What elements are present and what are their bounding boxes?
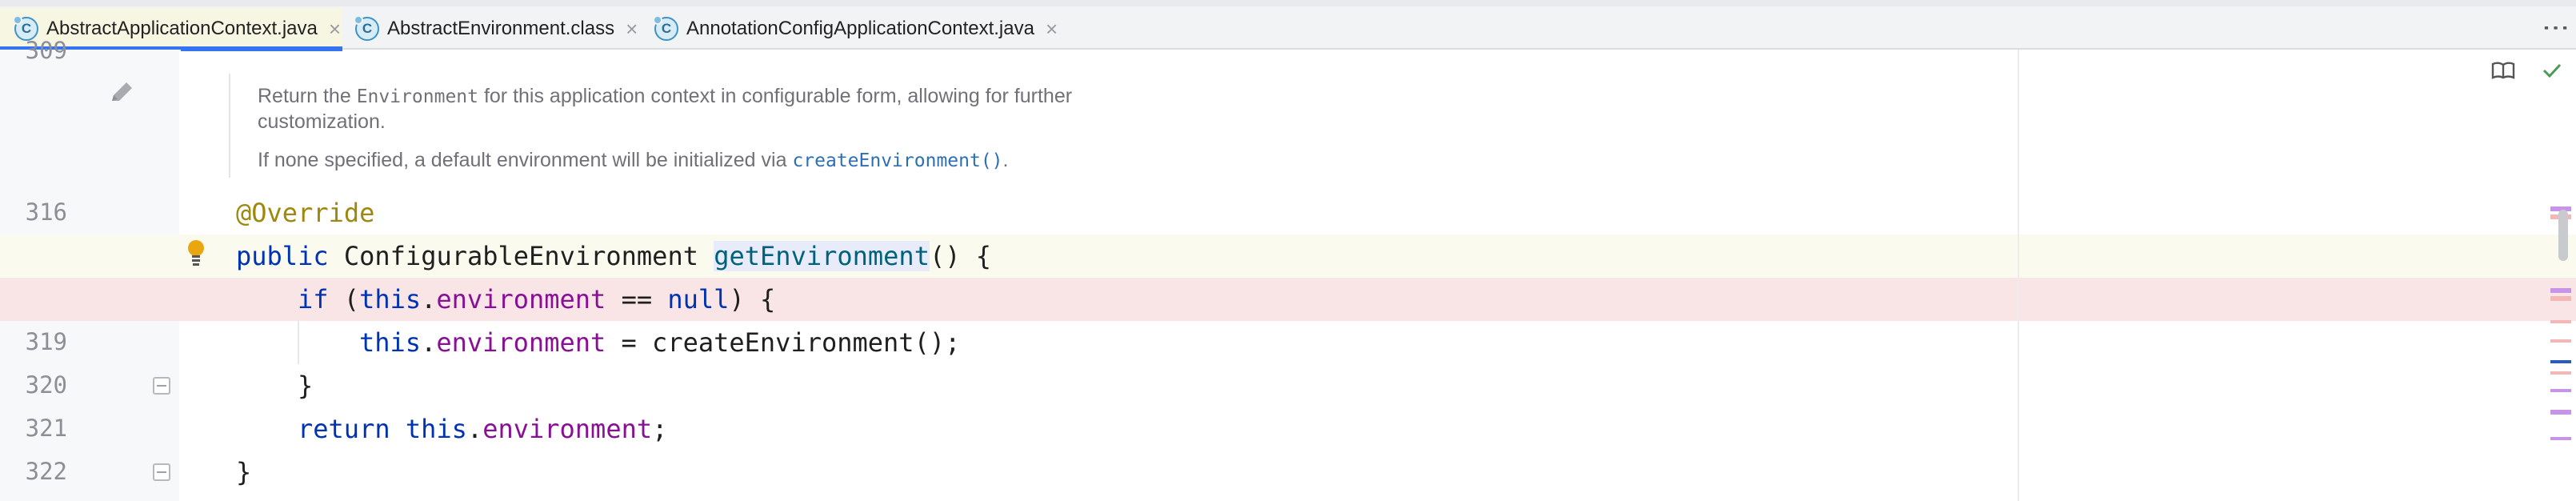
code-line-322[interactable]: }	[236, 451, 251, 494]
stripe-mark[interactable]	[2550, 437, 2571, 440]
fold-end-icon[interactable]	[153, 377, 170, 395]
rendered-javadoc: Return the Environment for this applicat…	[181, 50, 2021, 190]
pencil-icon[interactable]	[107, 78, 136, 107]
class-file-icon: C	[354, 15, 379, 41]
stripe-mark[interactable]	[2550, 410, 2571, 415]
code-line-316[interactable]: @Override	[236, 191, 374, 234]
close-tab-icon[interactable]: ×	[329, 18, 341, 39]
stripe-mark[interactable]	[2550, 360, 2571, 363]
code-line-321[interactable]: return this.environment;	[298, 407, 667, 451]
reader-mode-icon[interactable]	[2491, 61, 2515, 80]
tabbar-top-strip	[0, 0, 2576, 6]
right-margin-guide	[2018, 50, 2019, 501]
stripe-mark[interactable]	[2550, 389, 2571, 392]
tab-annotation-config-application-context[interactable]: C AnnotationConfigApplicationContext.jav…	[653, 8, 1058, 50]
tab-label: AbstractApplicationContext.java	[46, 18, 318, 39]
lightbulb-icon[interactable]	[186, 238, 206, 267]
method-declaration[interactable]: getEnvironment	[714, 241, 930, 271]
create-environment-link[interactable]: createEnvironment()	[792, 150, 1002, 171]
line-number[interactable]: 321	[0, 415, 67, 442]
java-class-icon: C	[653, 15, 678, 41]
doc-line-3: If none specified, a default environment…	[258, 149, 1009, 171]
line-number: 309	[25, 37, 67, 64]
more-options-icon[interactable]: ⋮	[2541, 14, 2571, 42]
line-number[interactable]: 316	[0, 198, 67, 226]
code-line-320[interactable]: }	[298, 364, 313, 407]
stripe-mark[interactable]	[2550, 339, 2571, 343]
doc-left-bar	[229, 74, 230, 178]
doc-line-1: Return the Environment for this applicat…	[258, 85, 1073, 107]
tab-label: AbstractEnvironment.class	[387, 18, 615, 39]
close-tab-icon[interactable]: ×	[626, 18, 638, 39]
editor-tab-bar: C AbstractApplicationContext.java × C Ab…	[0, 0, 2576, 51]
tab-label: AnnotationConfigApplicationContext.java	[686, 18, 1034, 39]
fold-end-icon[interactable]	[153, 463, 170, 481]
stripe-mark[interactable]	[2550, 288, 2571, 293]
code-line-319[interactable]: this.environment = createEnvironment();	[359, 321, 960, 364]
stripe-mark[interactable]	[2550, 320, 2571, 323]
stripe-mark[interactable]	[2550, 296, 2571, 301]
code-line-317[interactable]: public ConfigurableEnvironment getEnviro…	[236, 234, 991, 278]
no-problems-check-icon[interactable]	[2542, 62, 2562, 78]
close-tab-icon[interactable]: ×	[1046, 18, 1058, 39]
stripe-mark[interactable]	[2550, 371, 2571, 375]
tab-abstract-environment[interactable]: C AbstractEnvironment.class ×	[354, 8, 638, 50]
code-line-318[interactable]: if (this.environment == null) {	[298, 278, 775, 321]
line-number[interactable]: 322	[0, 458, 67, 485]
doc-line-2: customization.	[258, 110, 386, 133]
vertical-scrollbar-thumb[interactable]	[2558, 210, 2568, 261]
line-number[interactable]: 320	[0, 371, 67, 399]
indent-guide	[298, 321, 299, 364]
line-number[interactable]: 319	[0, 328, 67, 355]
